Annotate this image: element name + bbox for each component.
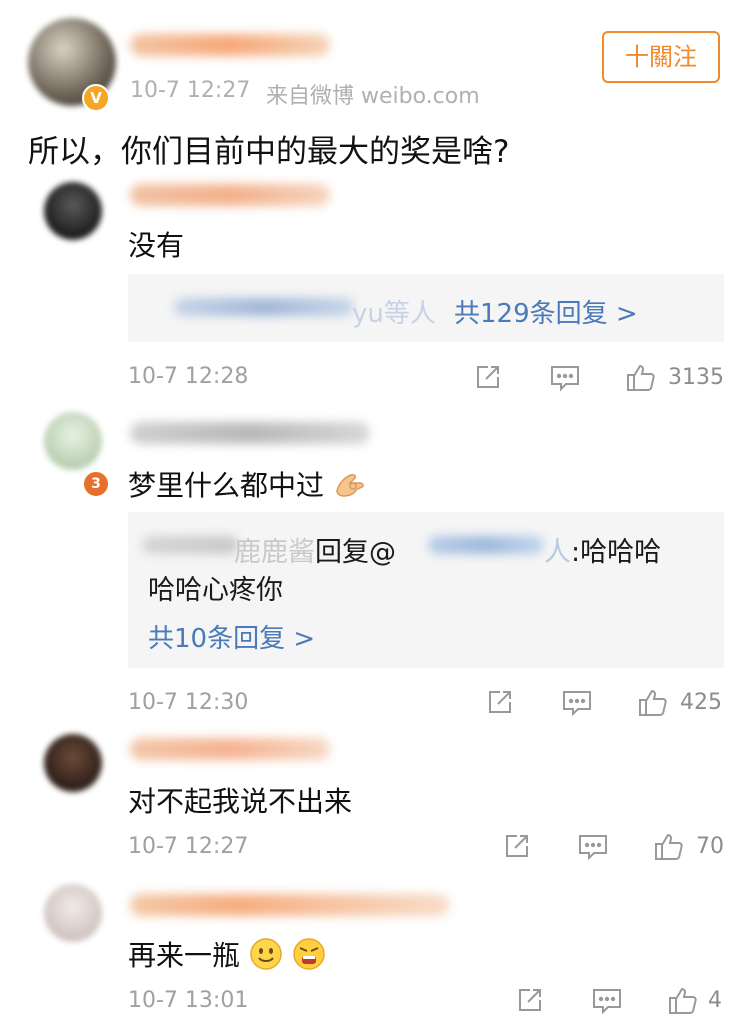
share-icon[interactable] [503,832,531,860]
comment-time: 10-7 12:28 [128,364,249,389]
commenter-name[interactable] [130,422,370,444]
reply-count-link[interactable]: 共129条回复 > [454,293,638,330]
reply-preview[interactable]: 鹿鹿酱回复@ 人:哈哈哈 哈哈心疼你 共10条回复 > [128,512,724,668]
reply-target-blur[interactable] [428,536,544,554]
level-badge: 3 [82,470,110,498]
comment-time: 10-7 12:27 [128,834,249,859]
commenter-avatar[interactable] [44,182,102,240]
comment-time: 10-7 12:30 [128,690,249,715]
thumbs-up-icon[interactable] [668,985,698,1015]
comment-text: 没有 [128,229,185,262]
reply-summary[interactable]: yu等人 [352,293,436,330]
post-timestamp: 10-7 12:27 [130,78,251,103]
comment-text: 再来一瓶 [128,934,326,978]
commenter-avatar[interactable] [44,884,102,942]
post-text: 所以，你们目前中的最大的奖是啥? [28,134,510,170]
like-count: 70 [696,834,724,859]
follow-button[interactable]: 十關注 [602,31,720,83]
comment-icon[interactable] [550,364,580,392]
comment-icon[interactable] [578,833,608,861]
commenter-name[interactable] [130,738,330,760]
like-count: 3135 [668,365,724,390]
reply-content-line-2: 哈哈心疼你 [148,575,283,606]
reply-content: :哈哈哈 [571,537,662,568]
commenter-name[interactable] [130,894,450,916]
reply-summary-name: yu等人 [352,299,436,329]
post-author-name[interactable] [130,34,330,56]
comment-text: 对不起我说不出来 [128,785,353,818]
comment-icon[interactable] [592,987,622,1015]
thumbs-up-icon[interactable] [654,831,684,861]
comment-text: 梦里什么都中过 [128,464,367,506]
post-source[interactable]: 来自微博 weibo.com [266,78,480,110]
comment-time: 10-7 13:01 [128,988,249,1013]
commenter-avatar[interactable] [44,734,102,792]
reply-usernames[interactable] [174,298,354,316]
reply-author[interactable]: 鹿鹿酱 [234,537,315,568]
share-icon[interactable] [486,688,514,716]
ok-hand-emoji [333,469,367,506]
verified-badge: V [82,84,110,112]
commenter-avatar[interactable] [44,412,102,470]
share-icon[interactable] [516,986,544,1014]
angry-emoji [292,937,326,978]
reply-count-link[interactable]: 共10条回复 > [148,618,315,655]
reply-preview[interactable]: yu等人 共129条回复 > [128,274,724,342]
reply-author-name-blur[interactable] [142,536,238,554]
commenter-name[interactable] [130,184,330,206]
reply-target[interactable]: 人 [544,537,571,568]
reply-line-1-end: 人:哈哈哈 [544,530,661,569]
comment-text-content: 梦里什么都中过 [128,469,325,502]
reply-line-1: 鹿鹿酱回复@ [234,530,396,569]
like-count: 4 [708,988,722,1013]
reply-verb: 回复@ [315,537,396,568]
comment-text-content: 再来一瓶 [128,939,241,972]
like-count: 425 [680,690,722,715]
share-icon[interactable] [474,363,502,391]
thumbs-up-icon[interactable] [638,687,668,717]
thumbs-up-icon[interactable] [626,362,656,392]
smile-emoji [249,937,283,978]
comment-icon[interactable] [562,689,592,717]
